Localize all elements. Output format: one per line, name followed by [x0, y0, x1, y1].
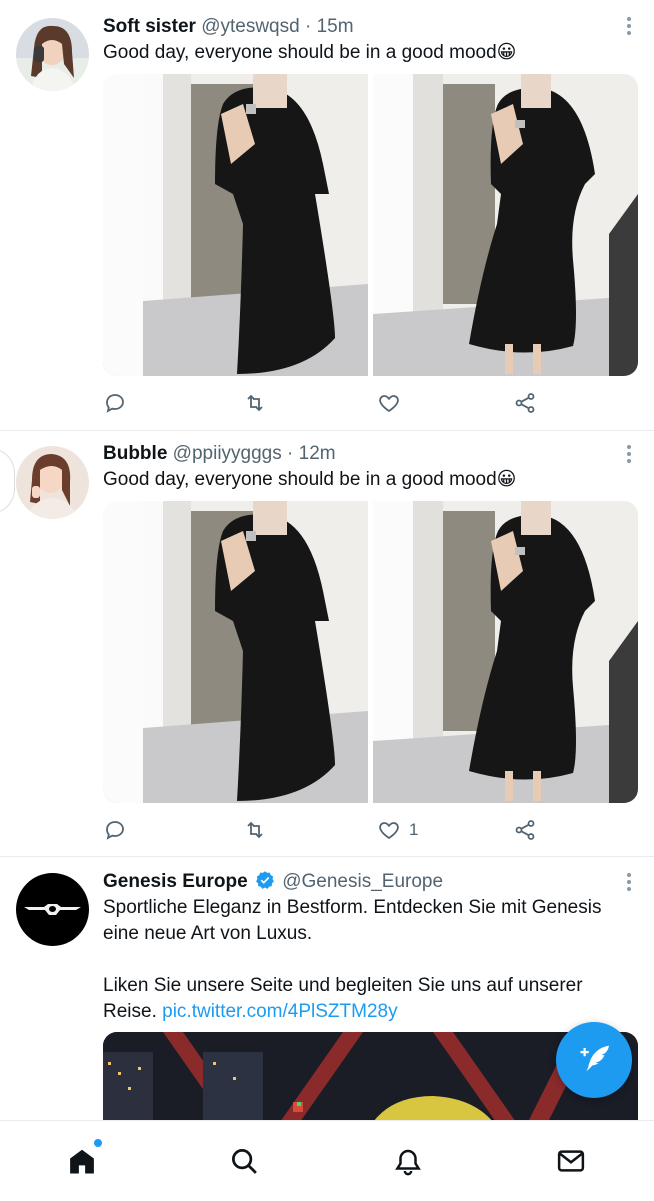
messages-icon	[557, 1150, 585, 1172]
like-button[interactable]: 1	[377, 815, 418, 845]
search-icon	[232, 1149, 257, 1174]
tweet-text: Sportliche Eleganz in Bestform. Entdecke…	[103, 895, 633, 1025]
tweet-header: Soft sister @yteswqsd · 15m	[103, 15, 354, 39]
tweet[interactable]: Bubble @ppiiyygggs · 12m Good day, every…	[0, 431, 654, 857]
tweet-actions: 1	[103, 815, 543, 845]
notification-dot	[92, 1137, 104, 1149]
share-icon	[515, 393, 535, 413]
timestamp[interactable]: 15m	[317, 16, 354, 37]
share-button[interactable]	[513, 815, 537, 845]
retweet-button[interactable]	[243, 388, 267, 418]
reply-icon	[106, 821, 124, 840]
display-name[interactable]: Bubble	[103, 443, 167, 464]
tweet-media[interactable]	[103, 501, 638, 803]
verified-badge-icon	[256, 871, 274, 889]
nav-search[interactable]	[224, 1141, 264, 1181]
more-options-icon[interactable]	[626, 445, 632, 465]
tweet-text-paragraph: Liken Sie unsere Seite und begleiten Sie…	[103, 973, 633, 1025]
tweet-text: Good day, everyone should be in a good m…	[103, 42, 517, 63]
user-handle[interactable]: @yteswqsd	[201, 16, 300, 37]
tweet-text: Good day, everyone should be in a good m…	[103, 469, 517, 490]
media-photo[interactable]	[373, 501, 638, 803]
retweet-icon	[247, 394, 263, 412]
like-icon	[379, 395, 399, 413]
avatar[interactable]	[16, 446, 89, 519]
tweet-actions	[103, 388, 543, 418]
media-photo[interactable]	[103, 501, 368, 803]
separator-dot: ·	[304, 16, 312, 37]
nav-messages[interactable]	[551, 1141, 591, 1181]
like-icon	[379, 822, 399, 840]
notifications-icon	[395, 1149, 421, 1176]
share-icon	[515, 820, 535, 840]
separator-dot: ·	[287, 443, 294, 464]
media-photo[interactable]	[373, 74, 638, 376]
avatar[interactable]	[16, 873, 89, 946]
nav-home[interactable]	[62, 1137, 104, 1181]
like-count: 1	[409, 820, 419, 839]
home-icon	[70, 1149, 94, 1174]
user-handle[interactable]: @ppiiyygggs	[173, 443, 282, 464]
compose-tweet-button[interactable]	[556, 1022, 632, 1098]
tweet-media[interactable]	[103, 74, 638, 376]
media-photo[interactable]	[103, 74, 368, 376]
like-button[interactable]	[377, 388, 409, 418]
tweet-header: Genesis Europe @Genesis_Europe	[103, 870, 443, 894]
share-button[interactable]	[513, 388, 537, 418]
tweet-header: Bubble @ppiiyygggs · 12m	[103, 442, 336, 466]
display-name[interactable]: Soft sister	[103, 16, 196, 37]
compose-icon	[580, 1045, 609, 1072]
nav-notifications[interactable]	[388, 1141, 428, 1181]
reply-button[interactable]	[103, 388, 127, 418]
tweet-text-paragraph: Sportliche Eleganz in Bestform. Entdecke…	[103, 897, 602, 944]
user-handle[interactable]: @Genesis_Europe	[282, 871, 443, 892]
retweet-icon	[247, 821, 263, 839]
timestamp[interactable]: 12m	[299, 443, 336, 464]
reply-button[interactable]	[103, 815, 127, 845]
reply-icon	[106, 394, 124, 413]
tweet[interactable]: Soft sister @yteswqsd · 15m Good day, ev…	[0, 0, 654, 431]
media-link[interactable]: pic.twitter.com/4PlSZTM28y	[162, 1001, 397, 1022]
retweet-button[interactable]	[243, 815, 267, 845]
display-name[interactable]: Genesis Europe	[103, 871, 248, 892]
more-options-icon[interactable]	[626, 873, 632, 893]
more-options-icon[interactable]	[626, 17, 632, 37]
bottom-navigation	[0, 1120, 654, 1201]
avatar[interactable]	[16, 18, 89, 91]
